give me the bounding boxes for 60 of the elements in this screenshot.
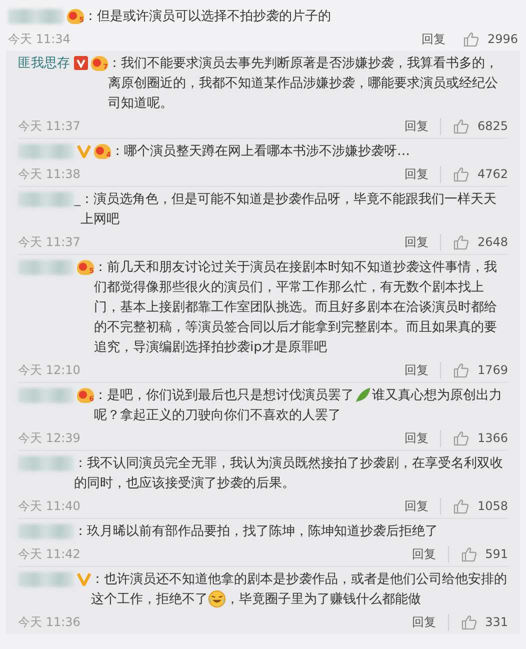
leaf-icon [354,386,372,404]
timestamp: 今天 11:42 [18,546,82,562]
thumbs-up-icon [461,614,478,630]
like-count: 331 [485,615,508,629]
comment-text: ：但是或许演员可以选择不拍抄袭的片子的 [84,8,332,26]
verified-icon [77,144,91,158]
reply-link[interactable]: 回复 [404,118,442,134]
comment-text: ：前几天和朋友讨论过关于演员在接剧本时知不知道抄袭这件事情，我们都觉得像那些很火的演员们，平常工作那么忙，有无数个剧本找上门，基本上接剧都靠工作室团队挑选。而且好多剧本在洽谈演员时都给的不完整初稿，等演员签合同以后才能拿到完整剧本。而且如果真的要追究，导演编剧选择拍抄袭ip才是原罪吧 [94,259,498,357]
reply-link[interactable]: 回复 [412,546,450,562]
timestamp: 今天 11:37 [18,234,82,250]
like-count: 1058 [477,499,508,513]
comment-text: ：哪个演员整天蹲在网上看哪本书涉不涉嫌抄袭呀… [111,143,411,161]
timestamp: 今天 11:37 [18,118,82,134]
timestamp: 今天 12:10 [18,362,82,378]
timestamp: 今天 12:39 [18,430,82,446]
laughing-face-icon [208,590,226,608]
comment-text: ：演员选角色，但是可能不知道是抄袭作品呀，毕竟不能跟我们一样天天上网吧 [80,191,498,229]
reply-link[interactable]: 回复 [404,166,442,182]
blurred-username [8,8,64,24]
verified-icon [77,572,91,586]
thumbs-up-icon [453,498,470,514]
blurred-username [18,456,74,471]
comment-text: ：我不认同演员完全无罪，我认为演员既然接拍了抄袭剧，在享受名利双收的同时，也应该接受演了抄袭的后果。 [74,455,504,493]
thumbs-up-icon [453,430,470,446]
thumbs-up-icon [453,118,470,134]
comment-text: ：是吧，你们说到最后也只是想讨伐演员罢了 谁又真心想为原创出力呢？拿起正义的刀驶向你们不喜欢的人罢了 [94,386,503,425]
verified-icon [74,56,88,70]
thumbs-up-icon [461,546,478,562]
reply-link[interactable]: 回复 [421,30,458,48]
blurred-username [18,388,74,403]
comment-text: ：玖月晞以前有部作品要拍，找了陈坤，陈坤知道抄袭后拒绝了 [74,523,439,541]
comment-text: ：也许演员还不知道他拿的剧本是抄袭作品，或者是他们公司给他安排的这个工作，拒绝不了 ，毕竟圈子里为了赚钱什么都能做 [91,571,508,610]
reply-link[interactable]: 回复 [412,614,450,630]
timestamp: 今天 11:38 [18,166,82,182]
timestamp: 今天 11:36 [18,614,82,630]
username[interactable]: 匪我思存 [18,56,70,71]
thumbs-up-icon [463,31,480,47]
blurred-username [18,524,74,539]
thumbs-up-icon [453,166,470,182]
blurred-username [18,192,74,207]
timestamp: 今天 11:34 [8,30,72,48]
reply-link[interactable]: 回复 [404,362,442,378]
like-count: 2996 [487,32,518,46]
blurred-username [18,144,74,159]
comment-text: ：我们不能要求演员去事先判断原著是否涉嫌抄袭，我算看书多的，离原创圈近的，我都不知道某作品涉嫌抄袭，哪能要求演员或经纪公司知道呢。 [108,55,499,113]
like-count: 4762 [477,167,508,181]
reply-link[interactable]: 回复 [404,498,442,514]
like-count: 2648 [477,235,508,249]
reply-link[interactable]: 回复 [404,234,442,250]
blurred-username [18,260,74,275]
like-count: 1769 [477,363,508,377]
reply-link[interactable]: 回复 [404,430,442,446]
blurred-username [18,572,74,587]
like-count: 591 [485,547,508,561]
like-count: 1366 [477,431,508,445]
thumbs-up-icon [453,234,470,250]
like-count: 6825 [477,119,508,133]
username-suffix: _ [74,192,80,207]
timestamp: 今天 11:40 [18,498,82,514]
thumbs-up-icon [453,362,470,378]
